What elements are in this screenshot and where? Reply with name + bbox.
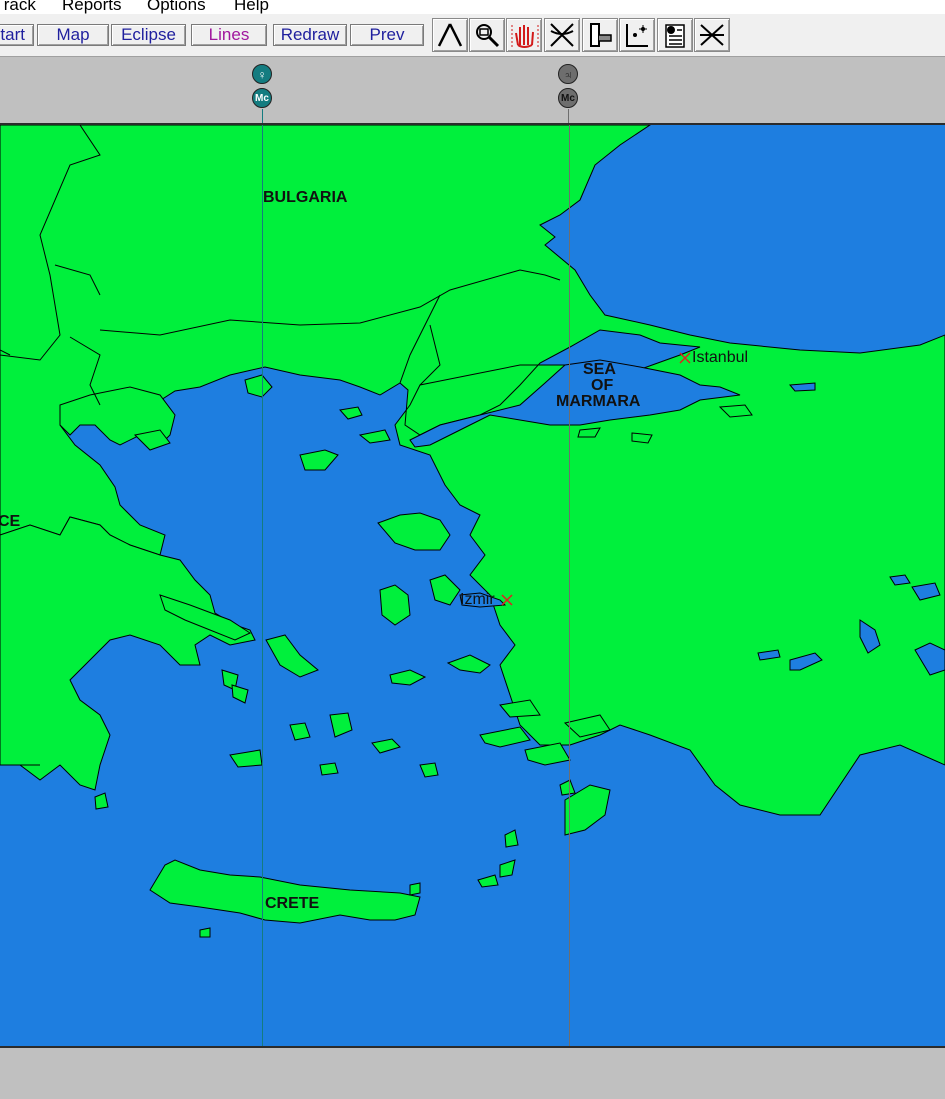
menu-help[interactable]: Help: [234, 0, 269, 14]
chios-island: [379, 584, 411, 626]
venus-mc-label[interactable]: Mc: [252, 88, 272, 108]
label-crete: CRETE: [265, 895, 320, 912]
prev-button[interactable]: Prev: [350, 24, 424, 46]
mainland-north: [0, 125, 945, 816]
lines-button[interactable]: Lines: [191, 24, 267, 46]
jupiter-mc-line-top: [568, 109, 569, 123]
eclipse-button[interactable]: Eclipse: [111, 24, 186, 46]
line-tool-icon: [437, 23, 463, 47]
status-area: [0, 1046, 945, 1099]
map-view[interactable]: BULGARIA CE SEA OF MARMARA CRETE Istanbu…: [0, 125, 945, 1046]
crossing-lines-icon: [550, 23, 574, 47]
jupiter-glyph-icon[interactable]: ♃: [558, 64, 578, 84]
menu-bar: Track Reports Options Help: [0, 0, 945, 14]
redraw-button[interactable]: Redraw: [273, 24, 347, 46]
parans-tool-icon: [700, 24, 724, 46]
hand-pan-icon: [511, 25, 539, 48]
map-canvas: [0, 125, 945, 1046]
greece-mainland: [0, 516, 256, 791]
info-tool-button[interactable]: [657, 18, 693, 52]
zoom-tool-button[interactable]: [469, 18, 505, 52]
jupiter-mc-label[interactable]: Mc: [558, 88, 578, 108]
menu-options[interactable]: Options: [147, 0, 206, 14]
planet-line-strip: ♀ Mc ♃ Mc: [0, 57, 945, 125]
lesbos-island: [377, 512, 451, 551]
hand-pan-button[interactable]: [506, 18, 542, 52]
label-bulgaria: BULGARIA: [263, 189, 348, 206]
label-greece: CE: [0, 513, 21, 530]
door-exit-button[interactable]: [582, 18, 618, 52]
info-tool-icon: [665, 24, 685, 48]
zoom-tool-icon: [476, 24, 500, 48]
start-button[interactable]: Start: [0, 24, 34, 46]
city-izmir[interactable]: Izmir: [460, 591, 495, 609]
crossing-lines-button[interactable]: [544, 18, 580, 52]
map-button[interactable]: Map: [37, 24, 109, 46]
crete-island: [149, 859, 421, 924]
city-istanbul[interactable]: Istanbul: [692, 349, 748, 367]
parans-tool-button[interactable]: [694, 18, 730, 52]
star-point-icon: [626, 24, 648, 47]
door-exit-icon: [590, 23, 612, 47]
toolbar: Start Map Eclipse Lines Redraw Prev: [0, 14, 945, 57]
label-sea-line3: MARMARA: [556, 393, 641, 410]
line-tool-button[interactable]: [432, 18, 468, 52]
venus-mc-line-top: [262, 109, 263, 123]
venus-glyph-icon[interactable]: ♀: [252, 64, 272, 84]
star-point-button[interactable]: [619, 18, 655, 52]
menu-track[interactable]: Track: [0, 0, 36, 14]
menu-reports[interactable]: Reports: [62, 0, 122, 14]
samos-island: [429, 574, 461, 606]
